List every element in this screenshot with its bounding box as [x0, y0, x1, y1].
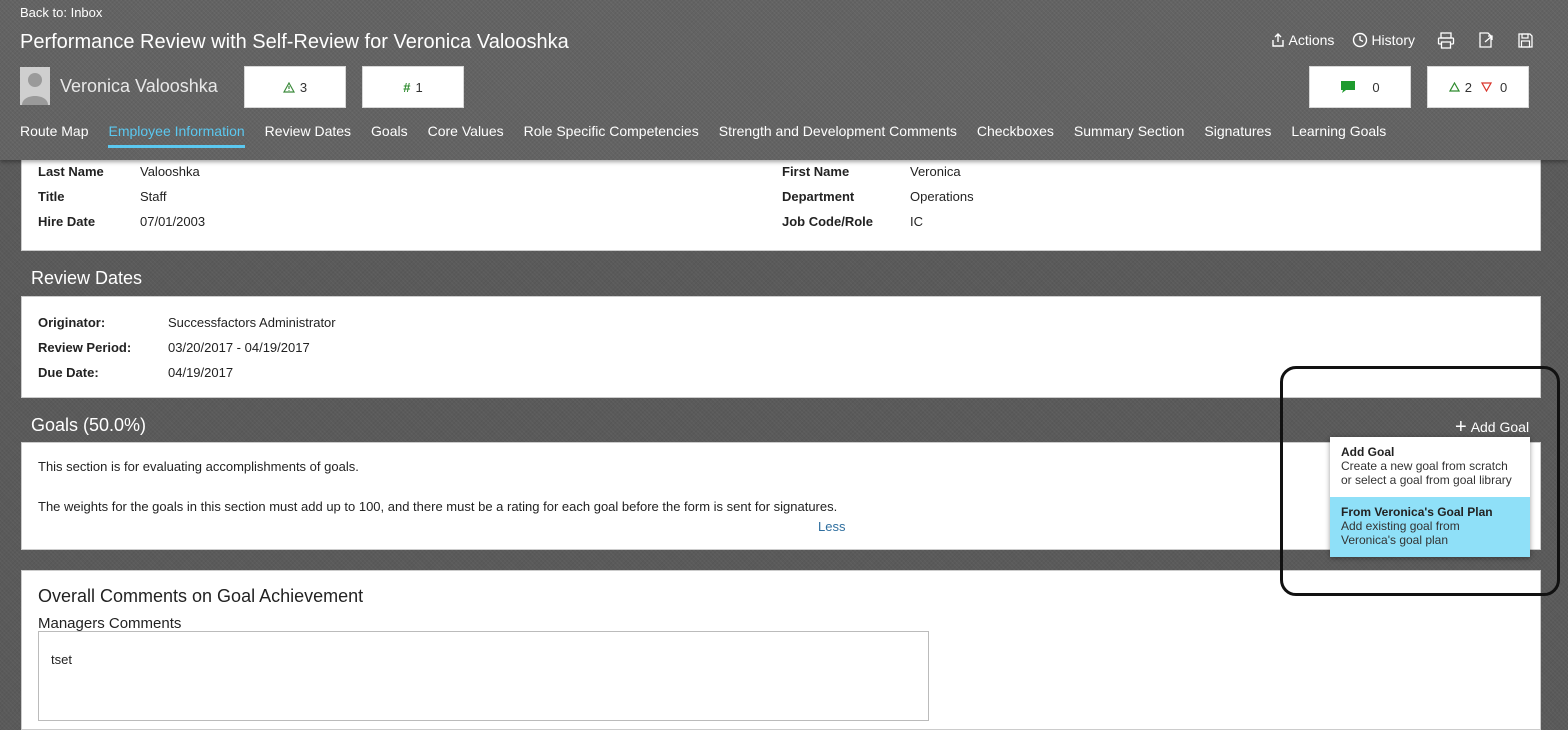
tab-employee-information[interactable]: Employee Information	[108, 123, 245, 148]
last-name-label: Last Name	[38, 164, 104, 179]
review-period-value: 03/20/2017 - 04/19/2017	[168, 340, 310, 355]
hire-date-label: Hire Date	[38, 214, 96, 229]
clock-icon	[1353, 32, 1368, 48]
managers-comments-label: Managers Comments	[38, 615, 182, 632]
due-date-value: 04/19/2017	[168, 365, 234, 380]
avatar	[20, 67, 50, 105]
add-goal-menu: Add Goal Create a new goal from scratch …	[1330, 437, 1530, 557]
review-dates-panel: Originator: Successfactors Administrator…	[21, 296, 1541, 398]
history-label: History	[1371, 32, 1415, 48]
menu-item-title: Add Goal	[1341, 445, 1395, 459]
add-goal-button[interactable]: + Add Goal	[1455, 416, 1530, 438]
share-icon	[1271, 33, 1284, 47]
department-value: Operations	[910, 189, 974, 204]
save-icon[interactable]	[1517, 32, 1534, 49]
menu-item-from-goal-plan[interactable]: From Veronica's Goal Plan Add existing g…	[1330, 497, 1530, 557]
add-goal-label: Add Goal	[1470, 419, 1530, 435]
job-code-value: IC	[910, 214, 923, 229]
employee-info-panel: Last Name Valooshka Title Staff Hire Dat…	[21, 150, 1541, 251]
title-value: Staff	[140, 189, 167, 204]
tab-learning-goals[interactable]: Learning Goals	[1291, 123, 1386, 148]
originator-label: Originator:	[38, 315, 106, 330]
export-icon[interactable]	[1477, 31, 1495, 49]
menu-item-title: From Veronica's Goal Plan	[1341, 505, 1493, 519]
triangle-up-icon	[1448, 82, 1460, 92]
hire-date-value: 07/01/2003	[140, 214, 206, 229]
goals-description-line2: The weights for the goals in this sectio…	[38, 499, 838, 514]
goals-panel: This section is for evaluating accomplis…	[21, 442, 1541, 550]
down-count: 0	[1500, 79, 1508, 95]
last-name-value: Valooshka	[140, 164, 200, 179]
hash-badge[interactable]: # 1	[362, 66, 464, 108]
menu-item-desc-line2: Veronica's goal plan	[1341, 533, 1449, 547]
page-title: Performance Review with Self-Review for …	[20, 31, 569, 53]
actions-label: Actions	[1288, 32, 1335, 48]
plus-icon: +	[1455, 416, 1467, 438]
back-to-inbox-link[interactable]: Back to: Inbox	[20, 5, 102, 20]
tab-core-values[interactable]: Core Values	[428, 123, 504, 148]
section-tabs: Route Map Employee Information Review Da…	[20, 123, 1406, 148]
review-dates-heading: Review Dates	[31, 268, 143, 288]
header-actions: Actions History	[1252, 31, 1534, 49]
tab-strength-development-comments[interactable]: Strength and Development Comments	[719, 123, 957, 148]
review-period-label: Review Period:	[38, 340, 132, 355]
warnings-count: 3	[299, 79, 308, 95]
tab-goals[interactable]: Goals	[371, 123, 408, 148]
tab-route-map[interactable]: Route Map	[20, 123, 88, 148]
goals-heading: Goals (50.0%)	[31, 415, 147, 435]
rating-badge[interactable]: 2 0	[1427, 66, 1529, 108]
up-count: 2	[1464, 79, 1472, 95]
department-label: Department	[782, 189, 855, 204]
print-icon[interactable]	[1437, 31, 1455, 49]
menu-item-desc-line2: or select a goal from goal library	[1341, 473, 1512, 487]
tab-summary-section[interactable]: Summary Section	[1074, 123, 1184, 148]
tab-role-specific-competencies[interactable]: Role Specific Competencies	[524, 123, 699, 148]
comments-badge[interactable]: 0	[1309, 66, 1411, 108]
overall-comments-heading: Overall Comments on Goal Achievement	[38, 586, 364, 606]
actions-button[interactable]: Actions	[1270, 32, 1335, 48]
menu-item-desc-line1: Create a new goal from scratch	[1341, 459, 1508, 473]
job-code-label: Job Code/Role	[782, 214, 874, 229]
menu-item-add-goal[interactable]: Add Goal Create a new goal from scratch …	[1330, 437, 1530, 497]
originator-value: Successfactors Administrator	[168, 315, 336, 330]
first-name-label: First Name	[782, 164, 850, 179]
less-link[interactable]: Less	[818, 519, 845, 534]
first-name-value: Veronica	[910, 164, 961, 179]
due-date-label: Due Date:	[38, 365, 99, 380]
comments-count: 0	[1372, 79, 1380, 95]
comment-icon	[1340, 80, 1356, 94]
history-button[interactable]: History	[1352, 32, 1415, 48]
goals-description-line1: This section is for evaluating accomplis…	[38, 459, 359, 474]
tab-signatures[interactable]: Signatures	[1204, 123, 1271, 148]
employee-name: Veronica Valooshka	[60, 76, 218, 96]
triangle-down-icon	[1481, 82, 1492, 92]
warning-icon	[282, 81, 295, 93]
hash-icon: #	[403, 79, 411, 95]
tab-review-dates[interactable]: Review Dates	[265, 123, 351, 148]
hash-count: 1	[415, 79, 423, 95]
form-header: Back to: Inbox Performance Review with S…	[0, 0, 1568, 160]
title-label: Title	[38, 189, 65, 204]
warnings-badge[interactable]: 3	[244, 66, 346, 108]
managers-comments-field[interactable]: tset	[38, 631, 929, 721]
tab-checkboxes[interactable]: Checkboxes	[977, 123, 1054, 148]
menu-item-desc-line1: Add existing goal from	[1341, 519, 1460, 533]
